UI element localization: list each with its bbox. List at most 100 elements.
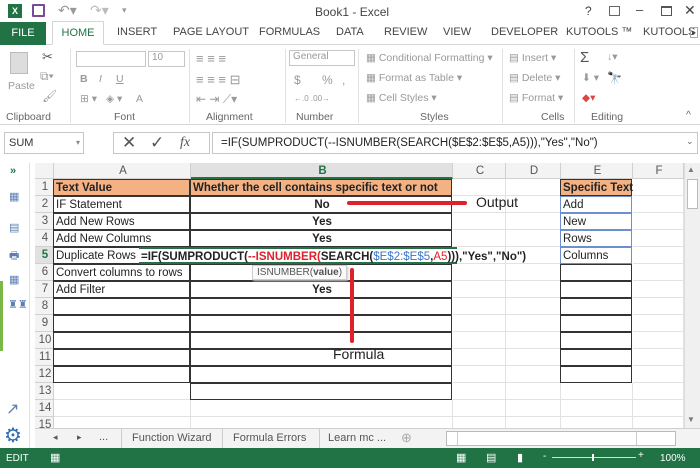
cell-D14[interactable] xyxy=(506,400,561,417)
cell-B10[interactable] xyxy=(190,332,452,349)
scroll-down-icon[interactable]: ▼ xyxy=(687,415,695,424)
sheet-tab[interactable]: Learn mc ... xyxy=(319,429,394,448)
borders-icon[interactable]: ⊞ ▾ xyxy=(80,93,97,105)
cell-E13[interactable] xyxy=(561,383,633,400)
sheet-tab[interactable]: Function Wizard xyxy=(121,429,221,448)
cell-B14[interactable] xyxy=(191,400,453,417)
copy-icon[interactable]: ⧉▾ xyxy=(40,69,54,84)
horizontal-align-icons[interactable]: ≡ ≡ ≡ ⊟ xyxy=(196,72,240,88)
cell-F13[interactable] xyxy=(633,383,684,400)
cell-F7[interactable] xyxy=(633,281,684,298)
cell-E5[interactable]: Columns xyxy=(560,247,632,264)
settings-gear-icon[interactable]: ⚙ xyxy=(4,423,22,448)
cell-F4[interactable] xyxy=(633,230,684,247)
cell-A4[interactable]: Add New Columns xyxy=(53,230,190,247)
row-header-9[interactable]: 9 xyxy=(35,315,54,332)
tab-file[interactable]: FILE xyxy=(0,22,46,45)
sort-filter-icon[interactable]: ↓▾ xyxy=(607,51,618,63)
cell-E9[interactable] xyxy=(560,315,632,332)
row-header-2[interactable]: 2 xyxy=(35,196,54,213)
currency-button[interactable]: $ xyxy=(294,73,301,87)
indent-icons[interactable]: ⇤ ⇥ ⟋▾ xyxy=(196,92,237,107)
font-color-button[interactable]: A xyxy=(136,93,143,105)
workbook-icon[interactable]: ▦ xyxy=(9,190,19,203)
underline-button[interactable]: U xyxy=(116,73,124,85)
next-sheet-icon[interactable]: ▸ xyxy=(77,432,82,443)
format-cells-button[interactable]: ▤ Format ▾ xyxy=(509,92,563,104)
zoom-slider-thumb[interactable] xyxy=(592,454,594,461)
zoom-level[interactable]: 100% xyxy=(660,453,686,464)
cell-B15[interactable] xyxy=(191,417,453,428)
name-box-dropdown-icon[interactable]: ▾ xyxy=(76,138,80,147)
row-header-8[interactable]: 8 xyxy=(35,298,54,315)
row-header-14[interactable]: 14 xyxy=(35,400,54,417)
comma-button[interactable]: , xyxy=(342,73,345,87)
tab-developer[interactable]: DEVELOPER xyxy=(491,26,558,38)
cell-B13[interactable] xyxy=(190,383,452,400)
row-header-1[interactable]: 1 xyxy=(35,179,54,196)
collapse-ribbon-icon[interactable]: ^ xyxy=(686,109,691,121)
column-header-D[interactable]: D xyxy=(506,163,561,179)
zoom-in-icon[interactable]: + xyxy=(638,450,644,461)
cell-F12[interactable] xyxy=(633,366,684,383)
decimal-icons[interactable]: ←.0 .00→ xyxy=(294,94,330,103)
minimize-icon[interactable]: – xyxy=(636,2,643,17)
cell-D3[interactable] xyxy=(506,213,561,230)
cell-D4[interactable] xyxy=(506,230,561,247)
tab-formulas[interactable]: FORMULAS xyxy=(259,26,320,38)
cell-A15[interactable] xyxy=(54,417,191,428)
format-as-table-button[interactable]: ▦ Format as Table ▾ xyxy=(366,72,462,84)
cell-F8[interactable] xyxy=(633,298,684,315)
cell-C10[interactable] xyxy=(453,332,506,349)
cell-E4[interactable]: Rows xyxy=(560,230,632,247)
zoom-slider[interactable] xyxy=(552,457,636,458)
cell-B9[interactable] xyxy=(190,315,452,332)
expand-pane-icon[interactable]: » xyxy=(10,165,16,177)
cell-A14[interactable] xyxy=(54,400,191,417)
cell-E6[interactable] xyxy=(560,264,632,281)
tab-kutools-plus[interactable]: KUTOOLS xyxy=(643,26,695,38)
name-box[interactable]: SUM xyxy=(4,132,84,154)
cell-styles-button[interactable]: ▦ Cell Styles ▾ xyxy=(366,92,437,104)
number-format-select[interactable]: General xyxy=(289,50,355,66)
vertical-scrollbar[interactable]: ▲ ▼ xyxy=(684,163,700,428)
tab-page-layout[interactable]: PAGE LAYOUT xyxy=(173,26,249,38)
format-painter-icon[interactable]: 🖌 xyxy=(42,89,57,103)
cell-edit-overlay[interactable]: =IF(SUMPRODUCT(--ISNUMBER(SEARCH($E$2:$E… xyxy=(139,247,526,264)
cell-C7[interactable] xyxy=(453,281,506,298)
column-header-F[interactable]: F xyxy=(633,163,684,179)
row-header-13[interactable]: 13 xyxy=(35,383,54,400)
redo-icon[interactable]: ↷▾ xyxy=(90,2,109,19)
cell-A2[interactable]: IF Statement xyxy=(53,196,190,213)
cell-C13[interactable] xyxy=(453,383,506,400)
undo-icon[interactable]: ↶▾ xyxy=(58,2,77,19)
cell-E1[interactable]: Specific Text xyxy=(560,179,633,196)
cell-A1[interactable]: Text Value xyxy=(53,179,190,196)
cell-E12[interactable] xyxy=(560,366,632,383)
tab-kutools[interactable]: KUTOOLS ™ xyxy=(566,26,632,38)
cell-C8[interactable] xyxy=(453,298,506,315)
cell-F11[interactable] xyxy=(633,349,684,366)
cell-D13[interactable] xyxy=(506,383,561,400)
cell-B12[interactable] xyxy=(190,366,452,383)
row-header-10[interactable]: 10 xyxy=(35,332,54,349)
paste-button[interactable]: Paste xyxy=(8,80,35,92)
expand-formula-icon[interactable]: ⌄ xyxy=(686,136,694,147)
paste-icon[interactable] xyxy=(10,52,28,74)
enter-icon[interactable]: ✓ xyxy=(150,133,164,153)
row-header-15[interactable]: 15 xyxy=(35,417,54,428)
conditional-formatting-button[interactable]: ▦ Conditional Formatting ▾ xyxy=(366,52,493,64)
cell-A12[interactable] xyxy=(53,366,190,383)
save-icon[interactable] xyxy=(32,4,45,17)
cell-C4[interactable] xyxy=(453,230,506,247)
cell-C12[interactable] xyxy=(453,366,506,383)
macro-record-icon[interactable]: ▦ xyxy=(50,451,60,464)
external-link-icon[interactable]: ↗ xyxy=(6,399,19,419)
autosum-button[interactable]: Σ xyxy=(580,49,589,66)
cell-E11[interactable] xyxy=(560,349,632,366)
cell-E8[interactable] xyxy=(560,298,632,315)
customize-qat-icon[interactable]: ▾ xyxy=(122,5,127,16)
grid-icon[interactable]: ▦ xyxy=(9,273,19,286)
clear-icon[interactable]: ◆▾ xyxy=(582,92,595,104)
close-icon[interactable]: ✕ xyxy=(684,2,696,19)
